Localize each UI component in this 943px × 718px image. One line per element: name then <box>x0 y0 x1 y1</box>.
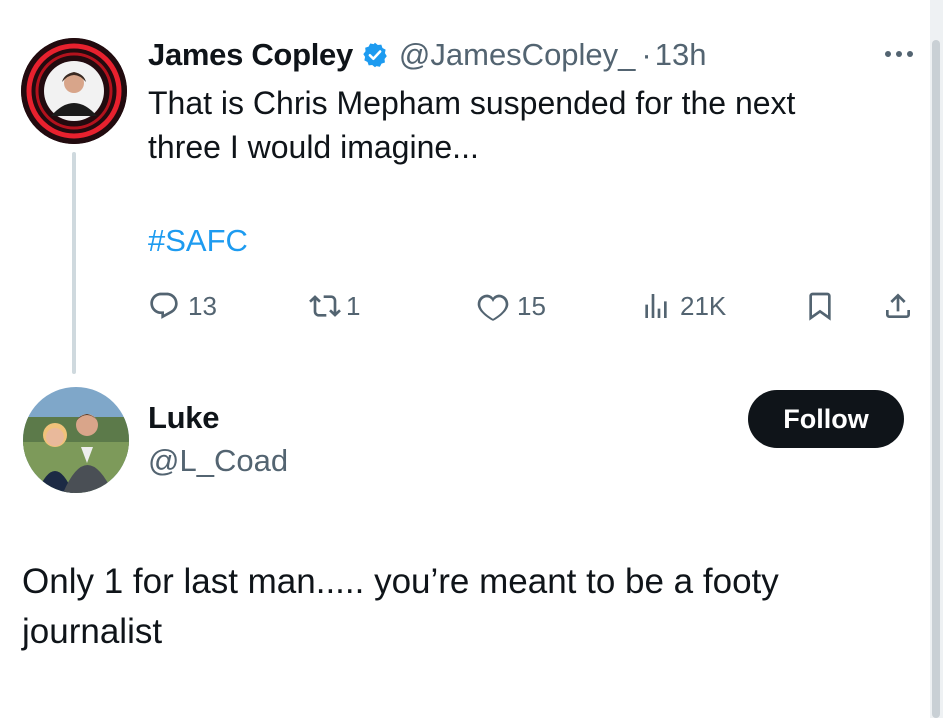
reply-text-line: journalist <box>22 612 163 651</box>
bookmark-button[interactable] <box>804 286 836 326</box>
reply-count: 13 <box>188 290 217 321</box>
reply-text: Only 1 for last man..... you’re meant to… <box>22 557 922 657</box>
retweet-count: 1 <box>346 290 361 321</box>
views-count: 21K <box>680 290 727 321</box>
separator-dot: · <box>641 37 652 72</box>
share-button[interactable] <box>882 286 914 326</box>
tweet-header: James Copley @JamesCopley_ · 13h <box>148 34 706 76</box>
like-count: 15 <box>517 290 546 321</box>
retweet-button[interactable]: 1 <box>308 286 360 326</box>
author-name[interactable]: James Copley <box>148 37 353 73</box>
thread-connector-line <box>72 152 76 374</box>
avatar-image <box>21 38 127 144</box>
bookmark-icon <box>804 289 836 323</box>
analytics-icon <box>640 290 672 322</box>
retweet-icon <box>308 290 342 322</box>
views-button[interactable]: 21K <box>640 286 726 326</box>
avatar-image <box>23 387 129 493</box>
tweet-text-line: That is Chris Mepham suspended for the n… <box>148 85 796 121</box>
like-button[interactable]: 15 <box>477 286 546 326</box>
reply-author-handle[interactable]: @L_Coad <box>148 443 288 479</box>
share-icon <box>882 289 914 323</box>
verified-badge-icon <box>361 41 389 69</box>
author-avatar[interactable] <box>21 38 127 144</box>
heart-icon <box>477 290 509 322</box>
author-handle[interactable]: @JamesCopley_ <box>399 37 636 73</box>
tweet-timestamp[interactable]: 13h <box>655 37 707 73</box>
follow-button[interactable]: Follow <box>748 390 904 448</box>
tweet-text: That is Chris Mepham suspended for the n… <box>148 81 908 169</box>
reply-text-line: Only 1 for last man..... you’re meant to… <box>22 562 779 601</box>
tweet-text-line: three I would imagine... <box>148 129 479 165</box>
scrollbar-thumb[interactable] <box>932 40 940 718</box>
more-options-icon[interactable] <box>880 44 920 64</box>
reply-icon <box>148 290 180 322</box>
reply-author-avatar[interactable] <box>23 387 129 493</box>
hashtag-link[interactable]: #SAFC <box>148 223 248 259</box>
reply-author-name[interactable]: Luke <box>148 400 219 436</box>
reply-button[interactable]: 13 <box>148 286 217 326</box>
